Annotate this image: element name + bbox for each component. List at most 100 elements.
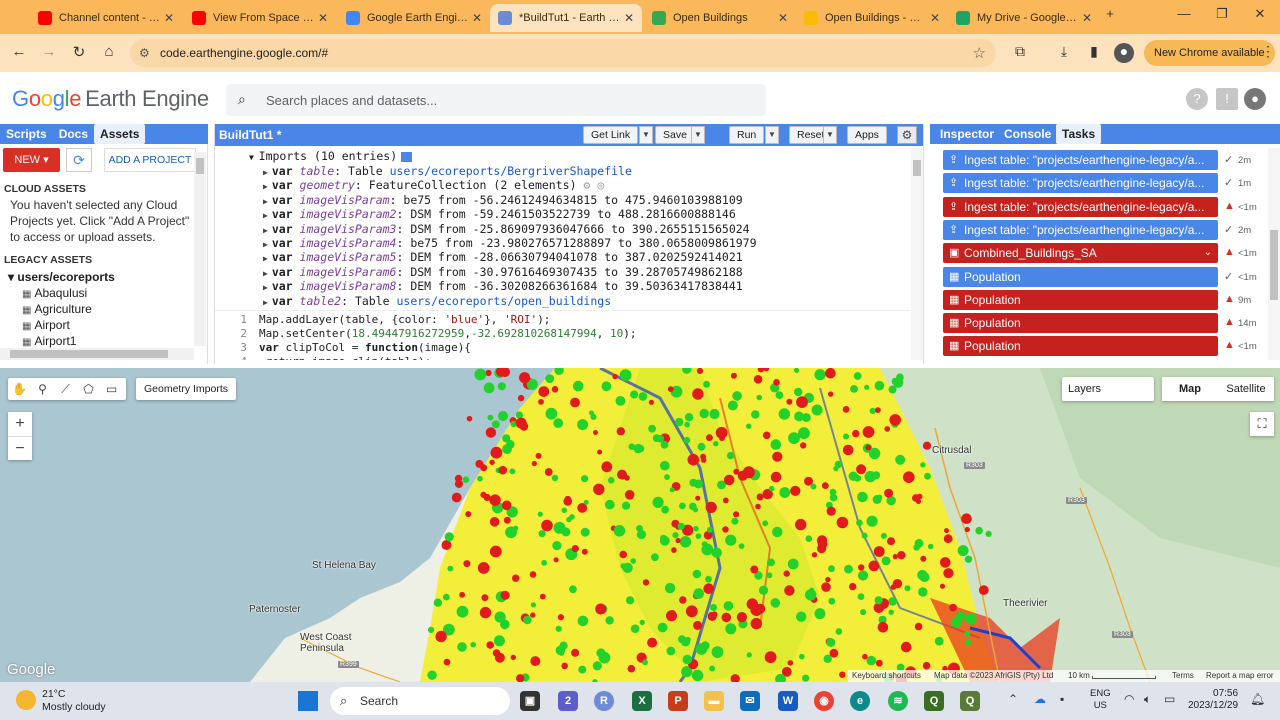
earth-engine-logo[interactable]: Google Earth Engine <box>12 86 209 112</box>
url-field[interactable]: ⚙ code.earthengine.google.com/# ☆ <box>130 39 996 67</box>
add-project-button[interactable]: ADD A PROJECT <box>104 148 196 172</box>
map-type-satellite[interactable]: Satellite <box>1218 377 1274 401</box>
word-icon[interactable]: W <box>778 691 798 711</box>
taskbar-search[interactable]: ⌕ Search <box>330 687 510 715</box>
forward-icon[interactable]: → <box>38 43 60 60</box>
task-item[interactable]: ⇪ Ingest table: "projects/earthengine-leg… <box>943 196 1218 217</box>
asset-item[interactable]: ▦ Abaqulusi <box>22 286 87 300</box>
scale-label[interactable]: 10 km <box>1068 670 1090 682</box>
get-link-button[interactable]: Get Link <box>583 126 639 144</box>
get-link-dropdown-icon[interactable]: ▼ <box>639 126 653 144</box>
clock[interactable]: 07:56 2023/12/29 <box>1188 688 1238 712</box>
fullscreen-icon[interactable]: ⛶ <box>1250 412 1274 436</box>
show-hidden-icons[interactable]: ⌃ <box>1008 692 1018 706</box>
back-icon[interactable]: ← <box>8 43 30 60</box>
scroll-thumb[interactable] <box>1270 230 1278 300</box>
wifi-icon[interactable]: ◠ <box>1124 692 1134 706</box>
rectangle-icon[interactable]: ▭ <box>100 378 123 400</box>
horizontal-scrollbar[interactable] <box>0 348 194 360</box>
editor-scrollbar[interactable] <box>911 148 923 360</box>
task-item[interactable]: ⇪ Ingest table: "projects/earthengine-leg… <box>943 150 1218 170</box>
asset-item[interactable]: ▦ Airport <box>22 318 70 332</box>
onedrive-icon[interactable]: ☁ <box>1034 692 1046 706</box>
tab-scripts[interactable]: Scripts <box>0 124 53 144</box>
code-line[interactable]: 3 var clipToCol = function(image){ <box>215 341 471 354</box>
browser-tab[interactable]: View From Space - Yo ✕ <box>184 4 336 32</box>
close-tab-icon[interactable]: ✕ <box>318 11 328 25</box>
task-item[interactable]: ▦ Population <box>943 289 1218 310</box>
polygon-icon[interactable]: ⬠ <box>77 378 100 400</box>
bookmark-star-icon[interactable]: ☆ <box>973 44 986 62</box>
delete-geometry-icon[interactable]: ◎ <box>597 178 604 192</box>
profile-avatar[interactable]: ● <box>1114 43 1134 63</box>
refresh-icon[interactable]: ⟳ <box>66 148 92 172</box>
scroll-thumb[interactable] <box>196 158 204 174</box>
line-icon[interactable]: ⟋ <box>54 378 77 400</box>
new-chrome-available-button[interactable]: New Chrome available <box>1144 40 1275 66</box>
browser-tab[interactable]: Google Earth Engine ✕ <box>338 4 490 32</box>
chevron-down-icon[interactable]: ⌄ <box>1204 243 1212 263</box>
task-item[interactable]: ⇪ Ingest table: "projects/earthengine-leg… <box>943 219 1218 240</box>
task-view-icon[interactable]: ▣ <box>520 691 540 711</box>
mail-icon[interactable]: ✉ <box>740 691 760 711</box>
import-row[interactable]: ▶ var imageVisParam8: DEM from -36.302082… <box>263 279 743 293</box>
reset-dropdown-icon[interactable]: ▼ <box>823 126 837 144</box>
qgis-alt-icon[interactable]: Q <box>960 691 980 711</box>
import-row[interactable]: ▶ var imageVisParam: be75 from -56.246124… <box>263 193 743 207</box>
asset-link[interactable]: users/ecoreports/open_buildings <box>396 294 611 308</box>
edge-icon[interactable]: e <box>850 691 870 711</box>
windows-start-icon[interactable] <box>298 691 318 711</box>
close-tab-icon[interactable]: ✕ <box>778 11 788 25</box>
close-tab-icon[interactable]: ✕ <box>472 11 482 25</box>
marker-icon[interactable]: ⚲ <box>31 378 54 400</box>
minimize-icon[interactable]: — <box>1166 6 1202 21</box>
code-area[interactable]: 1 Map.addLayer(table, {color: 'blue'}, 'R… <box>215 310 911 360</box>
download-icon[interactable]: ⤓ <box>1054 43 1074 63</box>
powerpoint-icon[interactable]: P <box>668 691 688 711</box>
run-button[interactable]: Run <box>729 126 765 144</box>
browser-tab[interactable]: My Drive - Google Dr ✕ <box>948 4 1100 32</box>
side-panel-icon[interactable]: ▮ <box>1084 43 1104 63</box>
zoom-out-button[interactable]: − <box>8 436 32 460</box>
qgis-icon[interactable]: Q <box>924 691 944 711</box>
import-row[interactable]: ▶ var imageVisParam6: DSM from -30.976164… <box>263 265 743 279</box>
extensions-icon[interactable]: ⧉ <box>1010 43 1030 63</box>
file-explorer-icon[interactable]: ▬ <box>704 691 724 711</box>
tab-docs[interactable]: Docs <box>53 124 94 144</box>
search-places-input[interactable]: ⌕ Search places and datasets... <box>226 84 766 116</box>
run-dropdown-icon[interactable]: ▼ <box>765 126 779 144</box>
edit-geometry-icon[interactable]: ⚙ <box>583 178 590 192</box>
map-canvas[interactable]: ✋ ⚲ ⟋ ⬠ ▭ Geometry Imports + − Layers Ma… <box>0 368 1280 682</box>
account-avatar[interactable]: ● <box>1244 88 1266 110</box>
task-item[interactable]: ▣ Combined_Buildings_SA ⌄ <box>943 243 1218 264</box>
tasks-scrollbar[interactable] <box>1268 148 1280 360</box>
import-row[interactable]: ▶ var table2: Table users/ecoreports/open… <box>263 294 611 308</box>
terms-link[interactable]: Terms <box>1172 670 1194 682</box>
code-line[interactable]: 1 Map.addLayer(table, {color: 'blue'}, 'R… <box>215 313 550 326</box>
import-row[interactable]: ▶ var imageVisParam2: DSM from -59.246150… <box>263 207 736 221</box>
report-map-error-link[interactable]: Report a map error <box>1206 670 1274 682</box>
tab-inspector[interactable]: Inspector <box>934 124 1000 144</box>
import-row[interactable]: ▶ var imageVisParam3: DSM from -25.869097… <box>263 222 750 236</box>
chrome-menu-icon[interactable]: ⋮ <box>1258 43 1278 63</box>
vertical-scrollbar[interactable] <box>194 152 206 346</box>
scroll-thumb[interactable] <box>913 160 921 176</box>
layers-button[interactable]: Layers <box>1062 377 1154 401</box>
script-title[interactable]: BuildTut1 * <box>219 128 281 142</box>
task-item[interactable]: ▦ Population <box>943 313 1218 334</box>
apps-button[interactable]: Apps <box>847 126 887 144</box>
tray-app-icon[interactable]: ▪ <box>1060 692 1064 706</box>
gear-icon[interactable]: ⚙ <box>897 126 917 144</box>
volume-icon[interactable]: 🔈︎ <box>1144 692 1151 707</box>
import-row[interactable]: ▶ var table: Table users/ecoreports/Bergr… <box>263 164 632 178</box>
map-type-map[interactable]: Map <box>1162 377 1218 401</box>
tab-tasks[interactable]: Tasks <box>1056 124 1102 144</box>
zoom-in-button[interactable]: + <box>8 412 32 436</box>
import-row[interactable]: ▶ var imageVisParam5: DEM from -28.066307… <box>263 250 743 264</box>
save-dropdown-icon[interactable]: ▼ <box>691 126 705 144</box>
show-script-icon[interactable] <box>401 151 413 162</box>
site-info-icon[interactable]: ⚙ <box>139 46 150 60</box>
browser-tab[interactable]: Open Buildings - doc ✕ <box>796 4 948 32</box>
new-asset-button[interactable]: NEW ▾ <box>3 148 60 172</box>
language-indicator[interactable]: ENG US <box>1090 688 1111 712</box>
